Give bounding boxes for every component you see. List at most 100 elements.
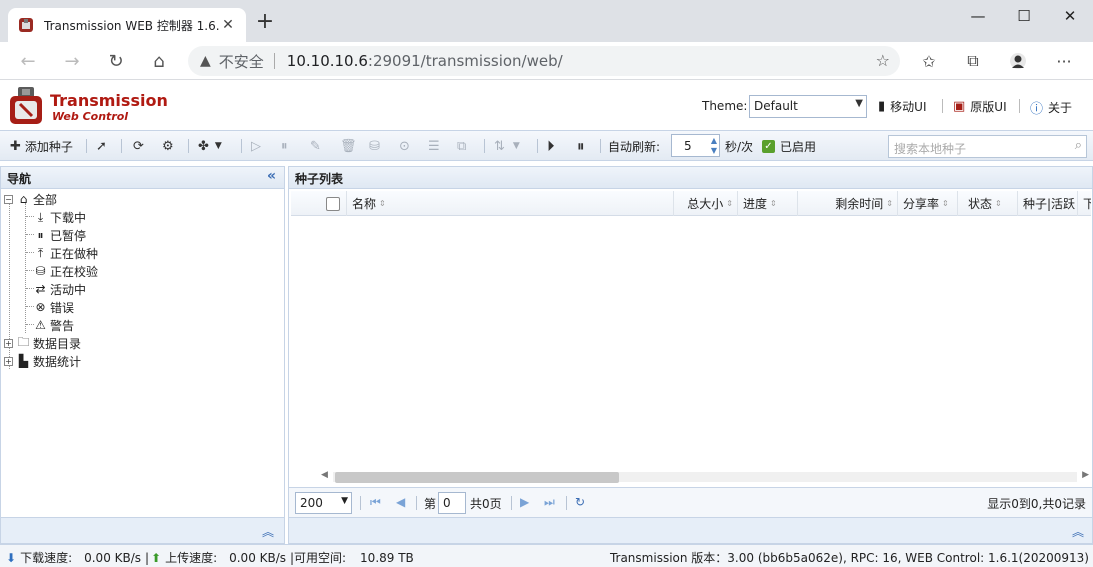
- nav-item-downloading[interactable]: ⤓ 下载中: [33, 208, 86, 226]
- maximize-button[interactable]: ☐: [1001, 0, 1047, 32]
- home-button[interactable]: ⌂: [147, 49, 171, 73]
- column-name[interactable]: 名称 ⇕: [347, 191, 674, 216]
- pager-separator: [416, 496, 417, 510]
- remove-button[interactable]: 🗑: [340, 137, 357, 155]
- auto-refresh-enabled-checkbox[interactable]: ✓ 已启用: [762, 137, 816, 155]
- queue-menu-button[interactable]: ⇅ ▼: [494, 137, 520, 155]
- expand-up-icon[interactable]: ︽: [262, 523, 274, 540]
- nav-item-paused[interactable]: ⏸ 已暂停: [33, 226, 86, 244]
- column-label: 进度: [743, 197, 768, 211]
- list-icon: ☰: [428, 138, 440, 154]
- plugins-menu-button[interactable]: ✤ ▼: [198, 137, 222, 155]
- minimize-button[interactable]: —: [955, 0, 1001, 32]
- properties-button[interactable]: ☰: [428, 137, 440, 155]
- auto-refresh-stepper[interactable]: 5 ▲ ▼: [671, 134, 720, 157]
- page-size-select[interactable]: 200 ▼: [295, 492, 352, 514]
- tab-title: Transmission WEB 控制器 1.6.1: [44, 18, 220, 33]
- prev-page-icon[interactable]: ◀: [396, 495, 405, 509]
- play-icon: ▷: [251, 138, 261, 154]
- about-label: 关于: [1048, 101, 1073, 115]
- nav-item-seeding[interactable]: ⤒ 正在做种: [33, 244, 98, 262]
- version-info: Transmission 版本：3.00 (bb6b5a062e), RPC: …: [609, 551, 1089, 565]
- upload-speed-label: 上传速度:: [165, 551, 218, 565]
- horizontal-scrollbar[interactable]: ◀ ▶: [319, 469, 1089, 484]
- start-all-circle-button[interactable]: ⏵: [547, 137, 555, 155]
- column-download[interactable]: 下: [1078, 191, 1091, 216]
- scroll-left-icon[interactable]: ◀: [321, 470, 328, 480]
- collapse-left-icon[interactable]: «: [267, 168, 276, 184]
- main-toolbar: ✚ 添加种子 ➚ ⟳ ⚙ ✤ ▼ ▷ ⏸ ✎ 🗑 ⛁ ⊙ ☰ ⧉ ⇅ ▼ ⏵ ⏸ 自…: [0, 131, 1093, 161]
- nav-item-label: 正在做种: [50, 246, 99, 261]
- nav-item-all[interactable]: − ⌂ 全部: [4, 190, 57, 208]
- scrollbar-thumb[interactable]: [335, 472, 619, 483]
- address-bar[interactable]: ▲ 不安全 10.10.10.6 :29091/transmission/web…: [188, 46, 900, 76]
- reload-button[interactable]: ↻: [104, 49, 128, 73]
- column-progress[interactable]: 进度 ⇕: [738, 191, 798, 216]
- column-ratio[interactable]: 分享率 ⇕: [898, 191, 958, 216]
- stepper-down-icon[interactable]: ▼: [711, 146, 717, 155]
- mobile-ui-link[interactable]: ▮ 移动UI: [878, 98, 926, 115]
- copy-button[interactable]: ⧉: [457, 137, 466, 155]
- close-window-button[interactable]: ✕: [1047, 0, 1093, 32]
- expand-icon[interactable]: +: [4, 356, 13, 366]
- auto-refresh-label: 自动刷新:: [608, 139, 661, 154]
- pause-selected-button[interactable]: ⏸: [281, 137, 288, 155]
- scroll-right-icon[interactable]: ▶: [1082, 470, 1089, 480]
- search-icon[interactable]: ⌕: [1075, 138, 1082, 153]
- nav-item-checking[interactable]: ⛁ 正在校验: [33, 262, 98, 280]
- nav-item-warning[interactable]: ⚠ 警告: [33, 316, 74, 334]
- reload-page-icon[interactable]: ↻: [575, 495, 585, 509]
- browser-tab[interactable]: Transmission WEB 控制器 1.6.1 ✕: [8, 8, 246, 42]
- column-seeds-active[interactable]: 种子|活跃: [1018, 191, 1078, 216]
- nav-item-label: 已暂停: [50, 228, 87, 243]
- nav-item-data-folders[interactable]: + 🗀 数据目录: [4, 334, 81, 352]
- insecure-label[interactable]: 不安全: [219, 51, 264, 72]
- favorites-icon[interactable]: ✩: [918, 51, 940, 71]
- tab-close-icon[interactable]: ✕: [220, 17, 236, 33]
- next-page-icon[interactable]: ▶: [520, 495, 529, 509]
- chevron-down-icon: ▼: [512, 141, 520, 151]
- start-all-button[interactable]: ➚: [96, 137, 107, 155]
- search-input[interactable]: 搜索本地种子 ⌕: [888, 135, 1087, 158]
- add-favorite-icon[interactable]: ☆: [876, 51, 890, 70]
- verify-button[interactable]: ⛁: [369, 137, 380, 155]
- stepper-up-icon[interactable]: ▲: [711, 136, 717, 145]
- expand-up-icon[interactable]: ︽: [1072, 523, 1084, 540]
- back-button[interactable]: ←: [16, 49, 40, 73]
- column-size[interactable]: 总大小 ⇕: [674, 191, 738, 216]
- nav-item-active[interactable]: ⇄ 活动中: [33, 280, 86, 298]
- page-number-input[interactable]: 0: [438, 492, 466, 514]
- header-separator: [942, 99, 943, 113]
- checkbox[interactable]: [326, 196, 340, 211]
- original-ui-link[interactable]: ▣ 原版UI: [953, 98, 1007, 115]
- first-page-icon[interactable]: ⏮: [370, 495, 381, 510]
- expand-icon[interactable]: +: [4, 338, 13, 348]
- nav-item-statistics[interactable]: + ▙ 数据统计: [4, 352, 81, 370]
- profile-avatar-icon[interactable]: [1007, 51, 1029, 71]
- collections-icon[interactable]: ⧉: [962, 51, 984, 71]
- nav-item-error[interactable]: ⊗ 错误: [33, 298, 74, 316]
- torrent-grid-header: 名称 ⇕ 总大小 ⇕ 进度 ⇕ 剩余时间 ⇕ 分享率 ⇕ 状态 ⇕ 种子|活跃 下: [291, 191, 1091, 216]
- warning-icon[interactable]: ▲: [200, 53, 211, 69]
- start-selected-button[interactable]: ▷: [251, 137, 261, 155]
- forward-button[interactable]: →: [60, 49, 84, 73]
- theme-select[interactable]: Default ▼: [749, 95, 867, 118]
- collapse-icon[interactable]: −: [4, 194, 13, 204]
- pause-all-circle-button[interactable]: ⏸: [577, 137, 585, 155]
- download-arrow-icon: ⬇: [6, 550, 17, 565]
- last-page-icon[interactable]: ⏭: [544, 495, 555, 510]
- settings-button[interactable]: ⚙: [162, 137, 174, 155]
- refresh-button[interactable]: ⟳: [133, 137, 144, 155]
- add-torrent-button[interactable]: ✚ 添加种子: [10, 137, 73, 155]
- column-remaining-time[interactable]: 剩余时间 ⇕: [798, 191, 898, 216]
- new-tab-button[interactable]: +: [255, 11, 275, 33]
- edit-icon: ✎: [310, 138, 321, 154]
- page-label-prefix: 第: [424, 497, 437, 511]
- about-link[interactable]: ⓘ 关于: [1030, 98, 1072, 117]
- select-all-checkbox[interactable]: [321, 191, 347, 216]
- free-space-value: 10.89 TB: [360, 550, 414, 565]
- column-status[interactable]: 状态 ⇕: [958, 191, 1018, 216]
- more-menu-icon[interactable]: ···: [1053, 51, 1075, 71]
- rename-button[interactable]: ✎: [310, 137, 321, 155]
- reannounce-button[interactable]: ⊙: [399, 137, 410, 155]
